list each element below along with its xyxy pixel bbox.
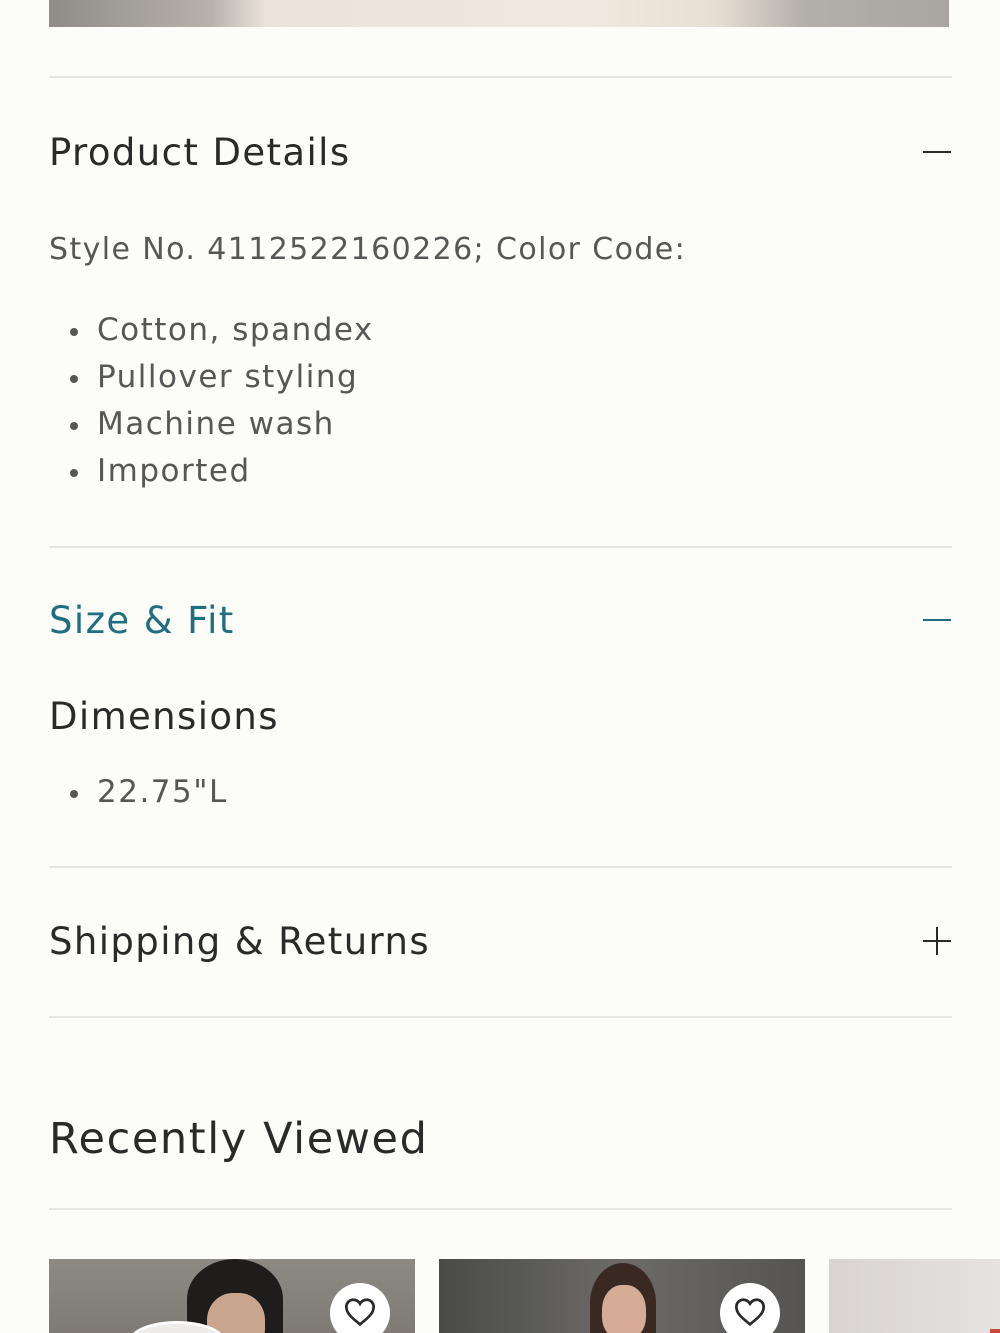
product-details-list: Cotton, spandex Pullover styling Machine… bbox=[70, 307, 374, 495]
favorite-button[interactable] bbox=[720, 1283, 780, 1333]
style-number: Style No. 4112522160226; Color Code: bbox=[49, 232, 687, 267]
accordion-title: Shipping & Returns bbox=[49, 919, 431, 963]
expand-icon[interactable] bbox=[922, 926, 952, 956]
divider bbox=[49, 76, 952, 78]
model-face bbox=[207, 1293, 265, 1333]
favorite-button[interactable] bbox=[330, 1283, 390, 1333]
list-item: 22.75"L bbox=[70, 769, 228, 816]
accordion-size-fit-header[interactable]: Size & Fit bbox=[49, 590, 952, 650]
heart-outline-icon bbox=[734, 1298, 766, 1327]
divider bbox=[49, 1208, 952, 1210]
recently-viewed-card[interactable] bbox=[49, 1259, 415, 1333]
list-item: Cotton, spandex bbox=[70, 307, 374, 354]
collapse-icon[interactable] bbox=[922, 137, 952, 167]
list-item: Imported bbox=[70, 448, 374, 495]
heart-outline-icon bbox=[344, 1298, 376, 1327]
divider bbox=[49, 1016, 952, 1018]
list-item: Machine wash bbox=[70, 401, 374, 448]
recently-viewed-card[interactable] bbox=[439, 1259, 805, 1333]
accordion-title: Size & Fit bbox=[49, 598, 235, 642]
dimensions-list: 22.75"L bbox=[70, 769, 228, 816]
recently-viewed-card[interactable] bbox=[829, 1259, 1000, 1333]
accordion-product-details-header[interactable]: Product Details bbox=[49, 122, 952, 182]
recently-viewed-title: Recently Viewed bbox=[49, 1114, 429, 1164]
dimensions-heading: Dimensions bbox=[49, 695, 279, 738]
product-image-bottom bbox=[49, 0, 949, 27]
divider bbox=[49, 866, 952, 868]
model-face bbox=[602, 1285, 646, 1333]
product-image bbox=[990, 1329, 1000, 1333]
accordion-title: Product Details bbox=[49, 130, 351, 174]
divider bbox=[49, 546, 952, 548]
collapse-icon[interactable] bbox=[922, 605, 952, 635]
product-page: Product Details Style No. 4112522160226;… bbox=[0, 0, 1000, 1333]
accordion-shipping-returns-header[interactable]: Shipping & Returns bbox=[49, 911, 952, 971]
list-item: Pullover styling bbox=[70, 354, 374, 401]
